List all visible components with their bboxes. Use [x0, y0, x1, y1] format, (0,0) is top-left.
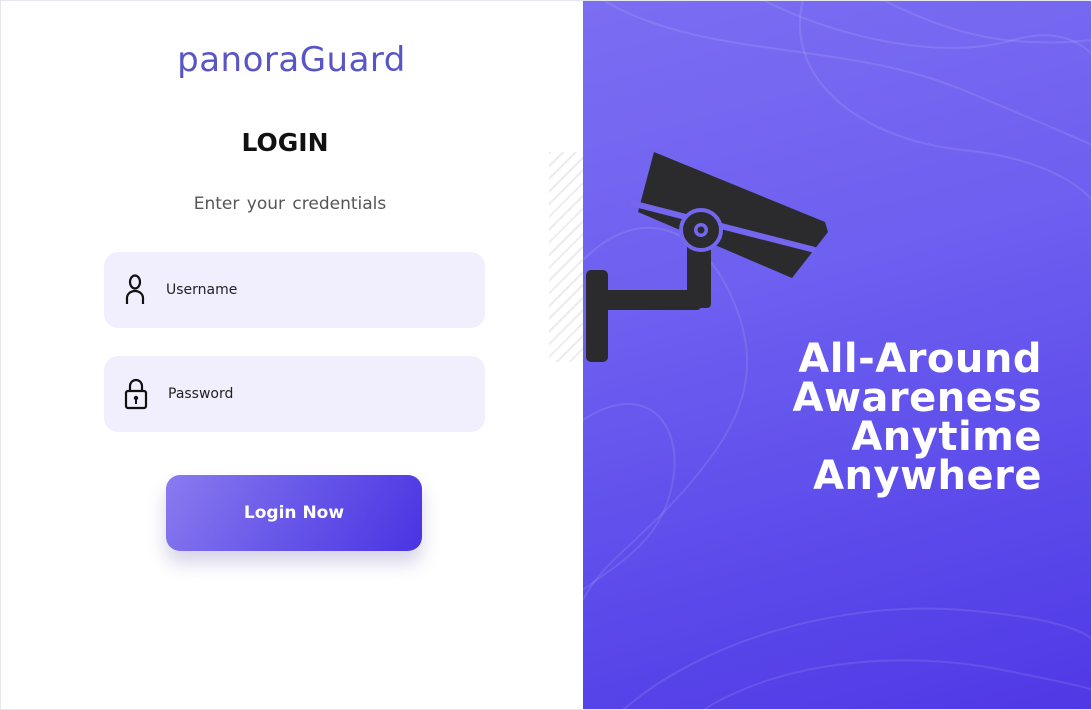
page-border — [0, 0, 1092, 710]
